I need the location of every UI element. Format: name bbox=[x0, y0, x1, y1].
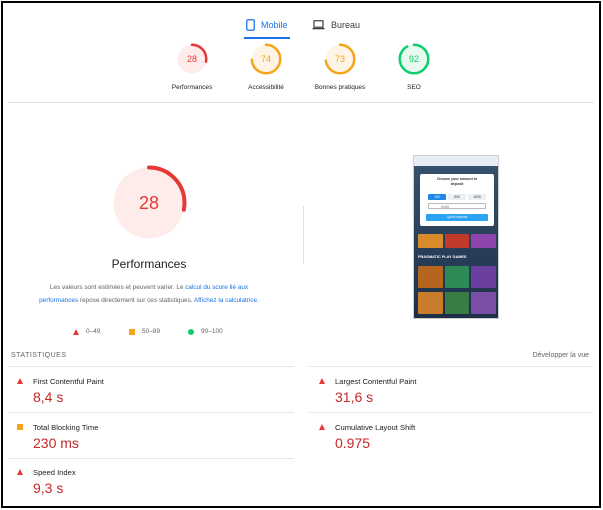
tab-desktop-label: Bureau bbox=[331, 20, 361, 30]
device-tabs: Mobile Bureau bbox=[3, 11, 599, 39]
metric-value: 31,6 s bbox=[335, 389, 374, 405]
calculator-link[interactable]: Affichez la calculatrice bbox=[194, 297, 257, 304]
category-score: 28 bbox=[186, 54, 197, 64]
section-divider bbox=[8, 102, 594, 103]
category-label: SEO bbox=[407, 84, 421, 91]
amount-option: 1000 bbox=[468, 194, 486, 200]
metric-label: Largest Contentful Paint bbox=[335, 377, 417, 386]
performance-score: 28 bbox=[138, 193, 160, 213]
amount-option: 100 bbox=[428, 194, 446, 200]
metric-label: Cumulative Layout Shift bbox=[335, 423, 416, 432]
deposit-modal-title: Choose your amount to deposit bbox=[420, 177, 494, 186]
metric-value: 8,4 s bbox=[33, 389, 64, 405]
category-score: 92 bbox=[408, 54, 419, 64]
performance-gauge: 28 bbox=[111, 165, 187, 241]
fail-triangle-icon bbox=[17, 378, 23, 384]
fail-triangle-icon bbox=[319, 378, 325, 384]
performance-title: Performances bbox=[111, 257, 187, 271]
legend-fail: 0–49 bbox=[73, 328, 100, 335]
average-square-icon bbox=[17, 424, 23, 430]
amount-select: 10.00 bbox=[428, 203, 486, 209]
screenshot-header bbox=[414, 156, 498, 166]
stats-heading: STATISTIQUES bbox=[11, 352, 67, 359]
deposit-modal: Choose your amount to deposit 100 500 10… bbox=[420, 174, 494, 226]
triangle-icon bbox=[73, 328, 79, 335]
square-icon bbox=[129, 328, 135, 335]
game-tiles-row bbox=[418, 266, 497, 288]
metric-divider bbox=[309, 412, 593, 413]
tab-mobile[interactable]: Mobile bbox=[244, 11, 290, 39]
category-accessibilite[interactable]: 74 Accessibilité bbox=[226, 43, 306, 91]
tab-desktop[interactable]: Bureau bbox=[312, 11, 360, 39]
legend-label: 0–49 bbox=[86, 328, 101, 335]
metric-label: Total Blocking Time bbox=[33, 423, 99, 432]
description-text: repose directement sur ces statistiques. bbox=[78, 297, 194, 304]
description-text: Les valeurs sont estimées et peuvent var… bbox=[49, 284, 186, 291]
vertical-divider bbox=[303, 206, 304, 264]
category-summary: 28 Performances 74 Accessibilité 73 Bonn… bbox=[3, 43, 599, 95]
metric-value: 230 ms bbox=[33, 435, 79, 451]
game-tiles-row bbox=[418, 234, 497, 248]
metric-divider bbox=[309, 366, 593, 367]
metric-divider bbox=[8, 458, 294, 459]
circle-icon bbox=[188, 328, 194, 335]
fail-triangle-icon bbox=[17, 469, 23, 475]
phone-icon bbox=[246, 19, 255, 31]
legend-pass: 90–100 bbox=[188, 328, 223, 335]
deposit-title-line: deposit bbox=[450, 181, 464, 186]
category-label: Performances bbox=[171, 84, 213, 91]
category-label: Accessibilité bbox=[248, 84, 284, 91]
quick-deposit-button: Quick deposit bbox=[426, 214, 488, 221]
page-screenshot: Choose your amount to deposit 100 500 10… bbox=[413, 155, 499, 319]
laptop-icon bbox=[312, 20, 325, 30]
category-gauge: 28 bbox=[176, 43, 208, 75]
legend-label: 90–100 bbox=[201, 328, 223, 335]
metric-label: First Contentful Paint bbox=[33, 377, 104, 386]
category-gauge: 73 bbox=[324, 43, 356, 75]
metric-divider bbox=[8, 412, 294, 413]
performance-description: Les valeurs sont estimées et peuvent var… bbox=[31, 281, 267, 307]
metric-value: 9,3 s bbox=[33, 480, 64, 496]
category-label: Bonnes pratiques bbox=[314, 84, 366, 91]
category-bonnes-pratiques[interactable]: 73 Bonnes pratiques bbox=[300, 43, 380, 91]
legend-average: 50–89 bbox=[129, 328, 160, 335]
category-performances[interactable]: 28 Performances bbox=[152, 43, 232, 91]
game-tiles-row bbox=[418, 292, 497, 314]
fail-triangle-icon bbox=[319, 424, 325, 430]
description-text: . bbox=[257, 297, 259, 304]
category-score: 74 bbox=[260, 54, 271, 64]
amount-option: 500 bbox=[448, 194, 466, 200]
category-gauge: 74 bbox=[250, 43, 282, 75]
metric-divider bbox=[8, 366, 294, 367]
category-gauge: 92 bbox=[398, 43, 430, 75]
category-seo[interactable]: 92 SEO bbox=[374, 43, 454, 91]
metric-value: 0.975 bbox=[335, 435, 371, 451]
expand-view-toggle[interactable]: Développer la vue bbox=[533, 352, 589, 359]
category-score: 73 bbox=[334, 54, 345, 64]
metric-label: Speed Index bbox=[33, 468, 76, 477]
tab-mobile-label: Mobile bbox=[261, 20, 288, 30]
games-heading: PRAGMATIC PLAY GAMES bbox=[418, 255, 467, 259]
report-frame: Mobile Bureau 28 Performances 74 Accessi… bbox=[1, 1, 601, 508]
legend-label: 50–89 bbox=[142, 328, 161, 335]
